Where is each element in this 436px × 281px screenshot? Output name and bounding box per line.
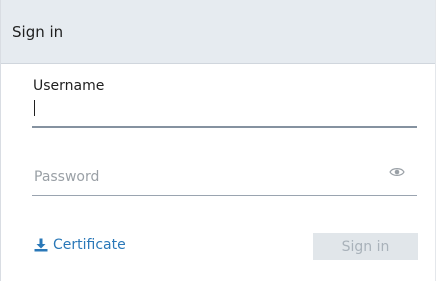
password-input[interactable] bbox=[32, 158, 417, 196]
dialog-header: Sign in bbox=[1, 0, 435, 64]
show-password-button[interactable] bbox=[387, 164, 407, 180]
download-icon bbox=[34, 238, 48, 252]
certificate-link[interactable]: Certificate bbox=[34, 236, 126, 254]
eye-icon bbox=[389, 168, 405, 176]
text-caret bbox=[34, 100, 35, 116]
certificate-label: Certificate bbox=[53, 237, 126, 253]
username-input[interactable] bbox=[32, 96, 417, 128]
username-label: Username bbox=[33, 78, 105, 94]
dialog-title: Sign in bbox=[12, 23, 64, 41]
sign-in-dialog: Sign in Username Certificate Sign in bbox=[0, 0, 436, 281]
sign-in-button[interactable]: Sign in bbox=[313, 233, 418, 260]
